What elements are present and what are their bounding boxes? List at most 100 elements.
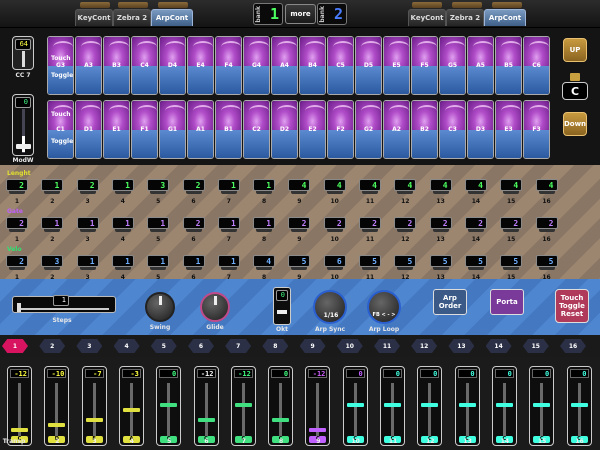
lower-note-pad[interactable]: D2 — [271, 100, 298, 159]
step-select-button[interactable]: 1 — [2, 339, 28, 353]
upper-note-pad[interactable]: F5 — [411, 36, 438, 95]
seq-step-value[interactable]: 3 — [41, 255, 64, 270]
seq-step-value[interactable]: 2 — [288, 217, 311, 232]
fader-handle[interactable] — [458, 403, 476, 407]
upper-note-pad[interactable]: E4 — [187, 36, 214, 95]
seq-step-value[interactable]: 1 — [147, 255, 170, 270]
seq-step-value[interactable]: 2 — [182, 179, 205, 194]
step-select-button[interactable]: 15 — [522, 339, 549, 353]
fader-handle[interactable] — [11, 428, 28, 432]
lower-note-pad[interactable]: E2 — [299, 100, 326, 159]
transpose-fader[interactable]: 0C — [454, 366, 480, 446]
upper-note-pad[interactable]: G4 — [243, 36, 270, 95]
seq-step-value[interactable]: 1 — [111, 179, 134, 194]
modwheel-slider[interactable]: 0 — [12, 94, 34, 156]
seq-step-value[interactable]: 2 — [359, 217, 381, 232]
lower-note-pad[interactable]: F3 — [523, 100, 550, 159]
fader-handle[interactable] — [122, 408, 140, 412]
transpose-fader[interactable]: 0C — [529, 366, 555, 446]
fader-handle[interactable] — [272, 418, 290, 422]
seq-step-value[interactable]: 2 — [500, 217, 523, 232]
lower-note-pad[interactable]: B2 — [411, 100, 438, 159]
lower-note-pad[interactable]: G1 — [159, 100, 186, 159]
step-select-button[interactable]: 12 — [411, 339, 438, 353]
tab-arpcont-right[interactable]: ArpCont — [484, 9, 526, 26]
upper-note-pad[interactable]: C6 — [523, 36, 550, 95]
lower-note-pad[interactable]: B1 — [215, 100, 242, 159]
seq-step-value[interactable]: 5 — [535, 255, 558, 270]
seq-step-value[interactable]: 1 — [147, 217, 170, 232]
octave-up-button[interactable]: UP — [563, 38, 587, 62]
seq-step-value[interactable]: 1 — [217, 255, 240, 270]
fader-handle[interactable] — [533, 403, 551, 407]
transpose-fader[interactable]: -12 C — [230, 366, 256, 446]
seq-step-value[interactable]: 2 — [6, 179, 28, 194]
seq-step-value[interactable]: 4 — [359, 179, 381, 194]
seq-step-value[interactable]: 1 — [41, 217, 64, 232]
upper-note-pad[interactable]: A4 — [271, 36, 298, 95]
fader-handle[interactable] — [85, 418, 103, 422]
touch-toggle-reset-button[interactable]: Touch Toggle Reset — [555, 289, 589, 323]
seq-step-value[interactable]: 5 — [464, 255, 487, 270]
lower-note-pad[interactable]: G2 — [355, 100, 382, 159]
seq-step-value[interactable]: 1 — [76, 217, 99, 232]
transpose-fader[interactable]: -12 C — [193, 366, 219, 446]
fader-handle[interactable] — [421, 403, 439, 407]
glide-knob[interactable] — [200, 292, 230, 322]
transpose-fader[interactable]: 0C — [417, 366, 443, 446]
upper-note-pad[interactable]: A3 — [75, 36, 102, 95]
tab-arpcont-left[interactable]: ArpCont — [151, 9, 193, 26]
seq-step-value[interactable]: 4 — [429, 179, 452, 194]
fader-handle[interactable] — [234, 403, 252, 407]
lower-note-pad[interactable]: F1 — [131, 100, 158, 159]
step-select-button[interactable]: 9 — [299, 339, 326, 353]
seq-step-value[interactable]: 5 — [394, 255, 417, 270]
lower-note-pad[interactable]: C3 — [439, 100, 466, 159]
transpose-fader[interactable]: 0C — [156, 366, 182, 446]
seq-step-value[interactable]: 2 — [182, 217, 205, 232]
seq-step-value[interactable]: 1 — [111, 255, 134, 270]
seq-step-value[interactable]: 1 — [217, 217, 240, 232]
tab-zebra2-left[interactable]: Zebra 2 — [113, 9, 151, 26]
upper-note-pad[interactable]: C5 — [327, 36, 354, 95]
upper-note-pad[interactable]: E5 — [383, 36, 410, 95]
more-button[interactable]: more — [285, 4, 316, 24]
fader-handle[interactable] — [346, 403, 364, 407]
seq-step-value[interactable]: 2 — [76, 179, 99, 194]
seq-step-value[interactable]: 1 — [253, 179, 276, 194]
fader-handle[interactable] — [495, 403, 513, 407]
transpose-fader[interactable]: -12 C — [7, 366, 32, 446]
seq-step-value[interactable]: 2 — [394, 217, 417, 232]
transpose-fader[interactable]: -10 D — [44, 366, 70, 446]
tab-zebra2-right[interactable]: Zebra 2 — [446, 9, 484, 26]
bank-left-display[interactable]: bank 1 — [253, 3, 283, 25]
upper-note-pad[interactable]: G3 — [47, 36, 74, 95]
step-select-button[interactable]: 16 — [560, 339, 586, 353]
lower-note-pad[interactable]: D3 — [467, 100, 494, 159]
seq-step-value[interactable]: 4 — [464, 179, 487, 194]
fader-handle[interactable] — [48, 423, 66, 427]
tab-keycont-right[interactable]: KeyCont — [408, 9, 446, 26]
key-display[interactable]: C — [562, 82, 588, 100]
fader-handle[interactable] — [309, 428, 327, 432]
arp-order-button[interactable]: Arp Order — [433, 289, 467, 315]
transpose-fader[interactable]: 0C — [491, 366, 517, 446]
lower-note-pad[interactable]: C1 — [47, 100, 74, 159]
lower-note-pad[interactable]: E1 — [103, 100, 130, 159]
upper-note-pad[interactable]: F4 — [215, 36, 242, 95]
seq-step-value[interactable]: 1 — [76, 255, 99, 270]
lower-note-pad[interactable]: C2 — [243, 100, 270, 159]
step-select-button[interactable]: 6 — [188, 339, 214, 353]
upper-note-pad[interactable]: C4 — [131, 36, 158, 95]
step-select-button[interactable]: 13 — [448, 339, 475, 353]
seq-step-value[interactable]: 6 — [323, 255, 346, 270]
step-select-button[interactable]: 4 — [113, 339, 140, 353]
okt-slider[interactable]: 0 — [273, 287, 291, 325]
transpose-fader[interactable]: -12 C — [305, 366, 331, 446]
step-select-button[interactable]: 8 — [262, 339, 289, 353]
seq-step-value[interactable]: 3 — [147, 179, 170, 194]
fader-handle[interactable] — [160, 403, 178, 407]
steps-handle[interactable] — [17, 303, 21, 312]
tab-keycont-left[interactable]: KeyCont — [75, 9, 113, 26]
seq-step-value[interactable]: 2 — [6, 217, 28, 232]
